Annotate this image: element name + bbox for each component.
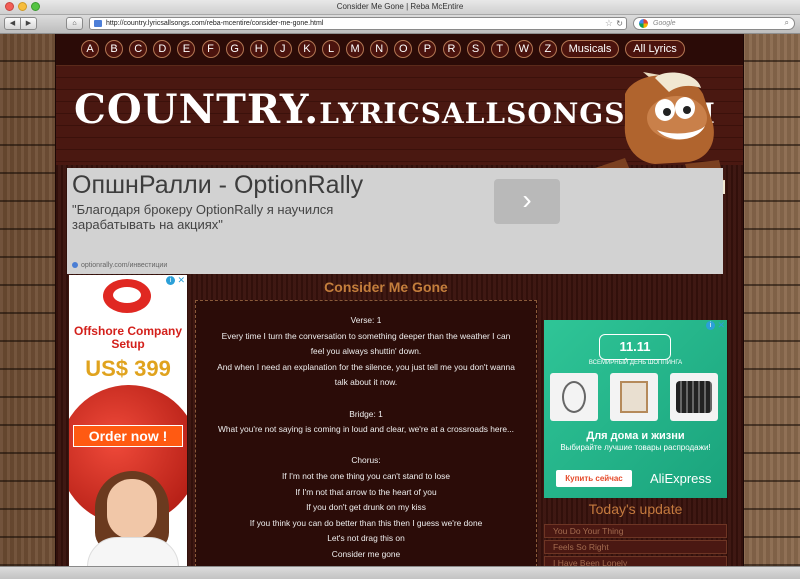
order-now-button[interactable]: Order now ! bbox=[73, 425, 183, 447]
address-bar[interactable]: http://country.lyricsallsongs.com/reba-m… bbox=[89, 17, 627, 30]
product-image[interactable] bbox=[670, 373, 718, 421]
forward-button[interactable]: ▶ bbox=[20, 17, 37, 30]
person-photo bbox=[87, 471, 179, 566]
letter-link[interactable]: L bbox=[322, 40, 340, 58]
letter-navigation: ABCDEFGHJKLMNOPRSTWZ#MusicalsAll Lyrics bbox=[56, 34, 743, 66]
lyrics-line: talk about it now. bbox=[334, 377, 398, 388]
back-arrow-icon: ◀ bbox=[9, 20, 16, 27]
browser-toolbar: ◀ ▶ ⌂ http://country.lyricsallsongs.com/… bbox=[0, 15, 800, 34]
search-icon[interactable]: ⌕ bbox=[785, 17, 789, 29]
right-ad-subtitle: Выбирайте лучшие товары распродажи! bbox=[560, 443, 711, 452]
home-icon: ⌂ bbox=[72, 20, 77, 27]
song-title: Consider Me Gone bbox=[324, 279, 448, 295]
offshore-company-ad[interactable]: i ✕ Offshore Company Setup US$ 399 Order… bbox=[69, 275, 187, 566]
forward-arrow-icon: ▶ bbox=[25, 20, 32, 27]
ad-arrow-button[interactable]: › bbox=[494, 179, 560, 224]
url-text: http://country.lyricsallsongs.com/reba-m… bbox=[106, 20, 324, 27]
reload-icon[interactable]: ↻ bbox=[616, 18, 623, 29]
left-ad-price: US$ 399 bbox=[85, 356, 171, 381]
lyrics-box: Verse: 1 Every time I turn the conversati… bbox=[195, 300, 537, 566]
lyrics-line: Bridge: 1 bbox=[349, 408, 383, 419]
lyrics-line: Chorus: bbox=[351, 455, 381, 466]
letter-link[interactable]: T bbox=[490, 40, 509, 58]
sale-caption: ВСЕМИРНЫЙ ДЕНЬ ШОППИНГА bbox=[588, 360, 683, 366]
sale-badge: 11.11 bbox=[599, 334, 671, 360]
lyrics-line: Verse: 1 bbox=[350, 315, 382, 325]
status-bar bbox=[0, 566, 800, 579]
letter-link[interactable]: D bbox=[153, 40, 172, 58]
lyrics-line: If you don't get drunk on my kiss bbox=[306, 502, 426, 513]
page-container: ABCDEFGHJKLMNOPRSTWZ#MusicalsAll Lyrics … bbox=[55, 34, 744, 566]
letter-link[interactable]: W bbox=[514, 40, 533, 58]
letter-link[interactable]: S bbox=[466, 40, 485, 58]
left-ad-title: Offshore Company Setup bbox=[73, 324, 182, 351]
window-titlebar: Consider Me Gone | Reba McEntire bbox=[0, 0, 800, 15]
letter-link[interactable]: B bbox=[105, 40, 124, 58]
product-image[interactable] bbox=[550, 373, 598, 421]
letter-link[interactable]: F bbox=[201, 40, 220, 58]
lyrics-line: Every time I turn the conversation to so… bbox=[221, 330, 511, 341]
lyrics-line: If I'm not the one thing you can't stand… bbox=[281, 471, 450, 481]
optionrally-ad-banner[interactable]: ОпшнРалли - OptionRally "Благодаря броке… bbox=[67, 168, 723, 274]
aliexpress-ad[interactable]: i ✕ 11.11 ВСЕМИРНЫЙ ДЕНЬ ШОППИНГА Для до… bbox=[544, 320, 727, 498]
all-lyrics-link[interactable]: All Lyrics bbox=[625, 40, 685, 58]
search-placeholder: Google bbox=[653, 20, 676, 27]
letter-link[interactable]: M bbox=[346, 40, 365, 58]
ad-description: "Благодаря брокеру OptionRally я научилс… bbox=[72, 202, 334, 232]
home-button[interactable]: ⌂ bbox=[66, 17, 83, 30]
musicals-link[interactable]: Musicals bbox=[561, 40, 619, 58]
aliexpress-logo: AliExpress bbox=[650, 471, 712, 486]
letter-link[interactable]: H bbox=[249, 40, 268, 58]
lyrics-line: Let's not drag this on bbox=[327, 533, 405, 544]
logo-main-text: COUNTRY. bbox=[74, 86, 320, 133]
letter-link[interactable]: E bbox=[177, 40, 196, 58]
letter-link[interactable]: O bbox=[394, 40, 413, 58]
back-button[interactable]: ◀ bbox=[4, 17, 21, 30]
ad-title[interactable]: ОпшнРалли - OptionRally bbox=[72, 170, 363, 200]
ad-source-link[interactable]: optionrally.com/инвестиции bbox=[72, 261, 167, 270]
company-logo-icon bbox=[103, 279, 151, 313]
ad-close-icon[interactable]: ✕ bbox=[177, 275, 185, 285]
lyrics-line: If I'm not that arrow to the heart of yo… bbox=[295, 486, 437, 497]
lyrics-line: What you're not saying is coming in loud… bbox=[217, 424, 514, 435]
letter-link[interactable]: P bbox=[418, 40, 437, 58]
search-input[interactable]: Google ⌕ bbox=[633, 17, 795, 30]
letter-link[interactable]: J bbox=[273, 40, 292, 58]
ad-info-icon[interactable]: i bbox=[166, 276, 175, 285]
ad-info-icon[interactable]: i bbox=[706, 321, 715, 330]
letter-link[interactable]: R bbox=[442, 40, 461, 58]
ad-close-icon[interactable]: ✕ bbox=[717, 320, 725, 330]
product-image[interactable] bbox=[610, 373, 658, 421]
site-favicon-icon bbox=[94, 20, 102, 27]
lyrics-line: Consider me gone bbox=[331, 549, 401, 559]
todays-update-heading: Today's update bbox=[588, 501, 683, 517]
lyrics-line: And when I need an explanation for the s… bbox=[217, 361, 515, 372]
bookmark-star-icon[interactable]: ☆ bbox=[605, 17, 613, 29]
page-viewport: ABCDEFGHJKLMNOPRSTWZ#MusicalsAll Lyrics … bbox=[0, 34, 800, 566]
google-icon bbox=[639, 19, 648, 28]
letter-link[interactable]: N bbox=[370, 40, 389, 58]
update-list-item[interactable]: I Have Been Lonely bbox=[544, 556, 727, 566]
letter-link[interactable]: G bbox=[225, 40, 244, 58]
chevron-right-icon: › bbox=[522, 184, 532, 215]
update-list-item[interactable]: You Do Your Thing bbox=[544, 524, 727, 538]
update-list-item[interactable]: Feels So Right bbox=[544, 540, 727, 554]
lyrics-line: feel you always shuttin' down. bbox=[310, 346, 422, 357]
right-ad-headline: Для дома и жизни bbox=[586, 430, 685, 442]
letter-link[interactable]: Z bbox=[538, 40, 557, 58]
letter-link[interactable]: A bbox=[81, 40, 99, 58]
letter-link[interactable]: C bbox=[129, 40, 148, 58]
letter-link[interactable]: K bbox=[297, 40, 316, 58]
lyrics-line: If you think you can do better than this… bbox=[249, 517, 483, 528]
window-title: Consider Me Gone | Reba McEntire bbox=[336, 2, 464, 11]
buy-now-button[interactable]: Купить сейчас bbox=[556, 470, 632, 487]
